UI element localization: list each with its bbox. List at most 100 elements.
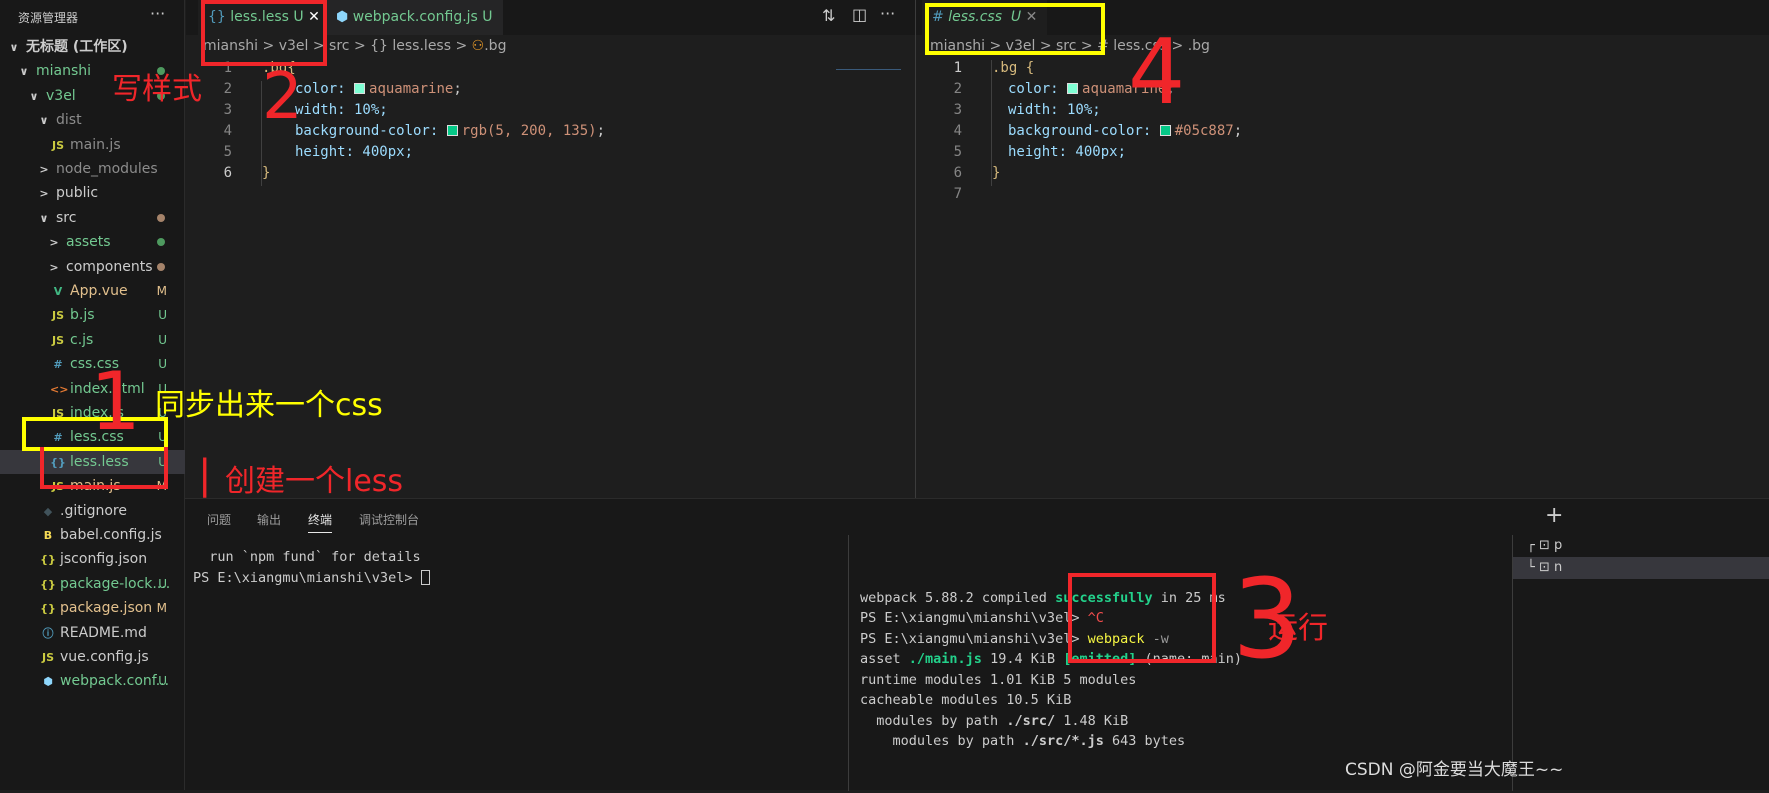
tree-item-label: mianshi: [36, 63, 92, 80]
new-terminal-button[interactable]: +: [1545, 503, 1563, 528]
line-number: 2: [953, 81, 962, 97]
tree-item-label: c.js: [70, 331, 94, 348]
line-number: 3: [223, 102, 232, 118]
bottom-panel: 问题 输出 终端 调试控制台 + run `npm fund` for deta…: [185, 498, 1769, 791]
code-line: height: 400px;: [295, 144, 414, 160]
code-line: width: 10%;: [1008, 102, 1101, 118]
chevron-icon: >: [49, 260, 59, 274]
tree-item[interactable]: ∨ dist: [0, 108, 185, 132]
minimap[interactable]: [836, 60, 901, 70]
tree-item[interactable]: > components: [0, 255, 185, 279]
tree-item-label: src: [56, 209, 77, 226]
terminal-list-item[interactable]: └ ⊡ n: [1513, 557, 1769, 579]
git-status: M: [156, 284, 167, 298]
file-type-icon: JS: [51, 333, 64, 347]
annotation-step-1: 1: [90, 355, 141, 448]
file-type-icon: {}: [40, 577, 56, 591]
annotation-box-yellow: [925, 3, 1105, 55]
tree-item-label: vue.config.js: [60, 649, 149, 665]
tree-item-label: public: [56, 185, 99, 202]
tree-item-label: 无标题 (工作区): [26, 39, 128, 55]
git-status: U: [158, 308, 167, 323]
right-code-editor[interactable]: 1234567 .bg { color: aquamarine; width: …: [916, 60, 1769, 497]
tree-item-label: dist: [56, 112, 82, 129]
tree-item[interactable]: V App.vue M: [0, 279, 185, 303]
tree-item[interactable]: > node_modules: [0, 157, 185, 181]
annotation-step-2: 2: [262, 60, 303, 134]
code-line: width: 10%;: [295, 102, 388, 118]
tree-item-label: App.vue: [70, 283, 128, 299]
tree-item[interactable]: {} package-lock.... U: [0, 572, 185, 596]
tree-item[interactable]: JS vue.config.js: [0, 645, 185, 669]
tree-item-label: .gitignore: [60, 502, 127, 519]
tree-item[interactable]: > assets: [0, 230, 185, 254]
split-editor-icon[interactable]: ◫: [852, 5, 867, 24]
compare-changes-icon[interactable]: ⇅: [822, 6, 835, 25]
crumb-src[interactable]: src: [329, 38, 349, 54]
line-number: 1: [953, 60, 962, 76]
annotation-write-style: 写样式: [112, 72, 202, 107]
git-dot-icon: [157, 238, 165, 247]
color-swatch[interactable]: [1159, 125, 1171, 136]
annotation-box-red: [1068, 573, 1216, 663]
tree-item[interactable]: JS b.js U: [0, 303, 185, 327]
git-dot-icon: [157, 213, 165, 222]
chevron-icon: ∨: [19, 65, 29, 79]
annotation-box-red: [40, 447, 168, 489]
chevron-icon: ∨: [39, 114, 49, 128]
file-type-icon: ◆: [43, 504, 53, 518]
tree-item[interactable]: ◆ .gitignore: [0, 499, 185, 523]
git-status: U: [158, 674, 167, 689]
tree-item[interactable]: ∨ src: [0, 206, 185, 230]
code-line: height: 400px;: [1008, 144, 1127, 160]
terminal-left[interactable]: run `npm fund` for details PS E:\xiangmu\…: [193, 547, 430, 588]
watermark: CSDN @阿金要当大魔王~~: [1345, 760, 1564, 780]
tree-item-label: main.js: [70, 136, 121, 153]
annotation-run: 运行: [1268, 611, 1328, 646]
terminal-icon: ⊡: [1538, 538, 1550, 553]
color-swatch[interactable]: [1067, 83, 1079, 94]
crumb-file[interactable]: {} less.less: [370, 38, 451, 54]
tree-item[interactable]: ⓘ README.md: [0, 621, 185, 645]
color-swatch[interactable]: [446, 125, 458, 136]
tree-item[interactable]: {} jsconfig.json: [0, 547, 185, 571]
file-type-icon: ⓘ: [42, 626, 54, 640]
tab-terminal[interactable]: 终端: [308, 511, 333, 533]
file-type-icon: {}: [40, 553, 56, 567]
tab-label: webpack.config.js: [352, 9, 478, 25]
annotation-box-red: [201, 0, 327, 66]
terminal-list-item[interactable]: ┌ ⊡ p: [1513, 535, 1769, 557]
tab-problems[interactable]: 问题: [207, 511, 231, 528]
tree-item[interactable]: Bbabel.config.js: [0, 523, 185, 547]
tree-item[interactable]: ∨ 无标题 (工作区): [0, 35, 185, 59]
git-status: M: [156, 601, 167, 616]
tree-item-label: node_modules: [56, 161, 158, 177]
annotation-sync-css: 同步出来一个css: [155, 388, 383, 423]
color-swatch[interactable]: [354, 83, 366, 94]
tab-output[interactable]: 输出: [257, 511, 281, 528]
code-line: .bg {: [992, 60, 1035, 76]
file-type-icon: #: [53, 358, 63, 372]
chevron-icon: >: [39, 163, 49, 176]
tree-item[interactable]: JS c.js U: [0, 328, 185, 352]
annotation-bar: |: [198, 452, 212, 498]
tree-item[interactable]: {} package.json M: [0, 596, 185, 620]
code-line: background-color: rgb(5, 200, 135);: [295, 123, 606, 139]
line-number: 6: [953, 165, 962, 181]
more-actions-icon[interactable]: ···: [150, 4, 165, 23]
terminal-icon: ⊡: [1538, 560, 1550, 575]
git-status: U: [158, 357, 167, 372]
line-number: 5: [953, 144, 962, 160]
crumb-symbol[interactable]: .bg: [484, 38, 506, 54]
tree-item[interactable]: > public: [0, 181, 185, 205]
cursor: [420, 569, 430, 585]
tab-status: U: [482, 9, 493, 25]
tab-webpack-config[interactable]: ⬢ webpack.config.js U: [326, 0, 503, 35]
tree-item[interactable]: ⬢ webpack.conf... U: [0, 669, 185, 693]
tree-item[interactable]: JS main.js: [0, 133, 185, 157]
line-number: 2: [223, 81, 232, 97]
more-icon[interactable]: ···: [880, 4, 895, 23]
tree-item-label: webpack.conf...: [60, 673, 170, 690]
tree-item-label: b.js: [70, 307, 95, 324]
tab-debug-console[interactable]: 调试控制台: [359, 511, 419, 528]
